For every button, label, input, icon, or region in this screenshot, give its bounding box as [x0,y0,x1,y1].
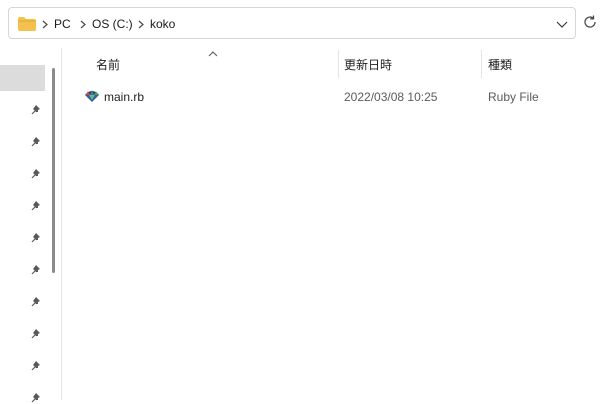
file-modified: 2022/03/08 10:25 [344,90,438,104]
ruby-file-icon [85,90,99,102]
column-header-type[interactable]: 種類 [488,57,512,73]
breadcrumb-drive[interactable]: OS (C:) [92,16,133,32]
pane-divider[interactable] [61,48,62,400]
folder-icon [18,17,36,31]
pin-icon[interactable] [30,392,42,404]
pin-icon[interactable] [30,168,42,180]
file-name[interactable]: main.rb [104,89,144,105]
pin-icon[interactable] [30,328,42,340]
column-separator[interactable] [481,50,482,78]
pin-icon[interactable] [30,264,42,276]
refresh-icon[interactable] [582,14,598,30]
column-separator[interactable] [338,50,339,78]
breadcrumb-pc[interactable]: PC [54,16,71,32]
pin-icon[interactable] [30,296,42,308]
chevron-right-icon [42,20,48,29]
breadcrumb-koko[interactable]: koko [150,16,175,32]
pin-icon[interactable] [30,136,42,148]
nav-scrollbar[interactable] [52,68,55,273]
navigation-pane [0,48,62,403]
column-header-modified[interactable]: 更新日時 [344,57,392,73]
sort-ascending-icon [208,51,218,57]
pin-icon[interactable] [30,104,42,116]
file-type: Ruby File [488,90,539,104]
chevron-right-icon [138,20,144,29]
chevron-right-icon [80,20,86,29]
pin-icon[interactable] [30,360,42,372]
address-strip: PC OS (C:) koko [0,0,600,48]
file-row[interactable]: main.rb 2022/03/08 10:25 Ruby File [76,86,596,108]
pin-icon[interactable] [30,232,42,244]
chevron-down-icon[interactable] [554,16,570,32]
nav-item-selected[interactable] [0,65,45,91]
column-header-name[interactable]: 名前 [96,57,120,73]
pin-icon[interactable] [30,200,42,212]
address-bar[interactable]: PC OS (C:) koko [8,7,576,39]
